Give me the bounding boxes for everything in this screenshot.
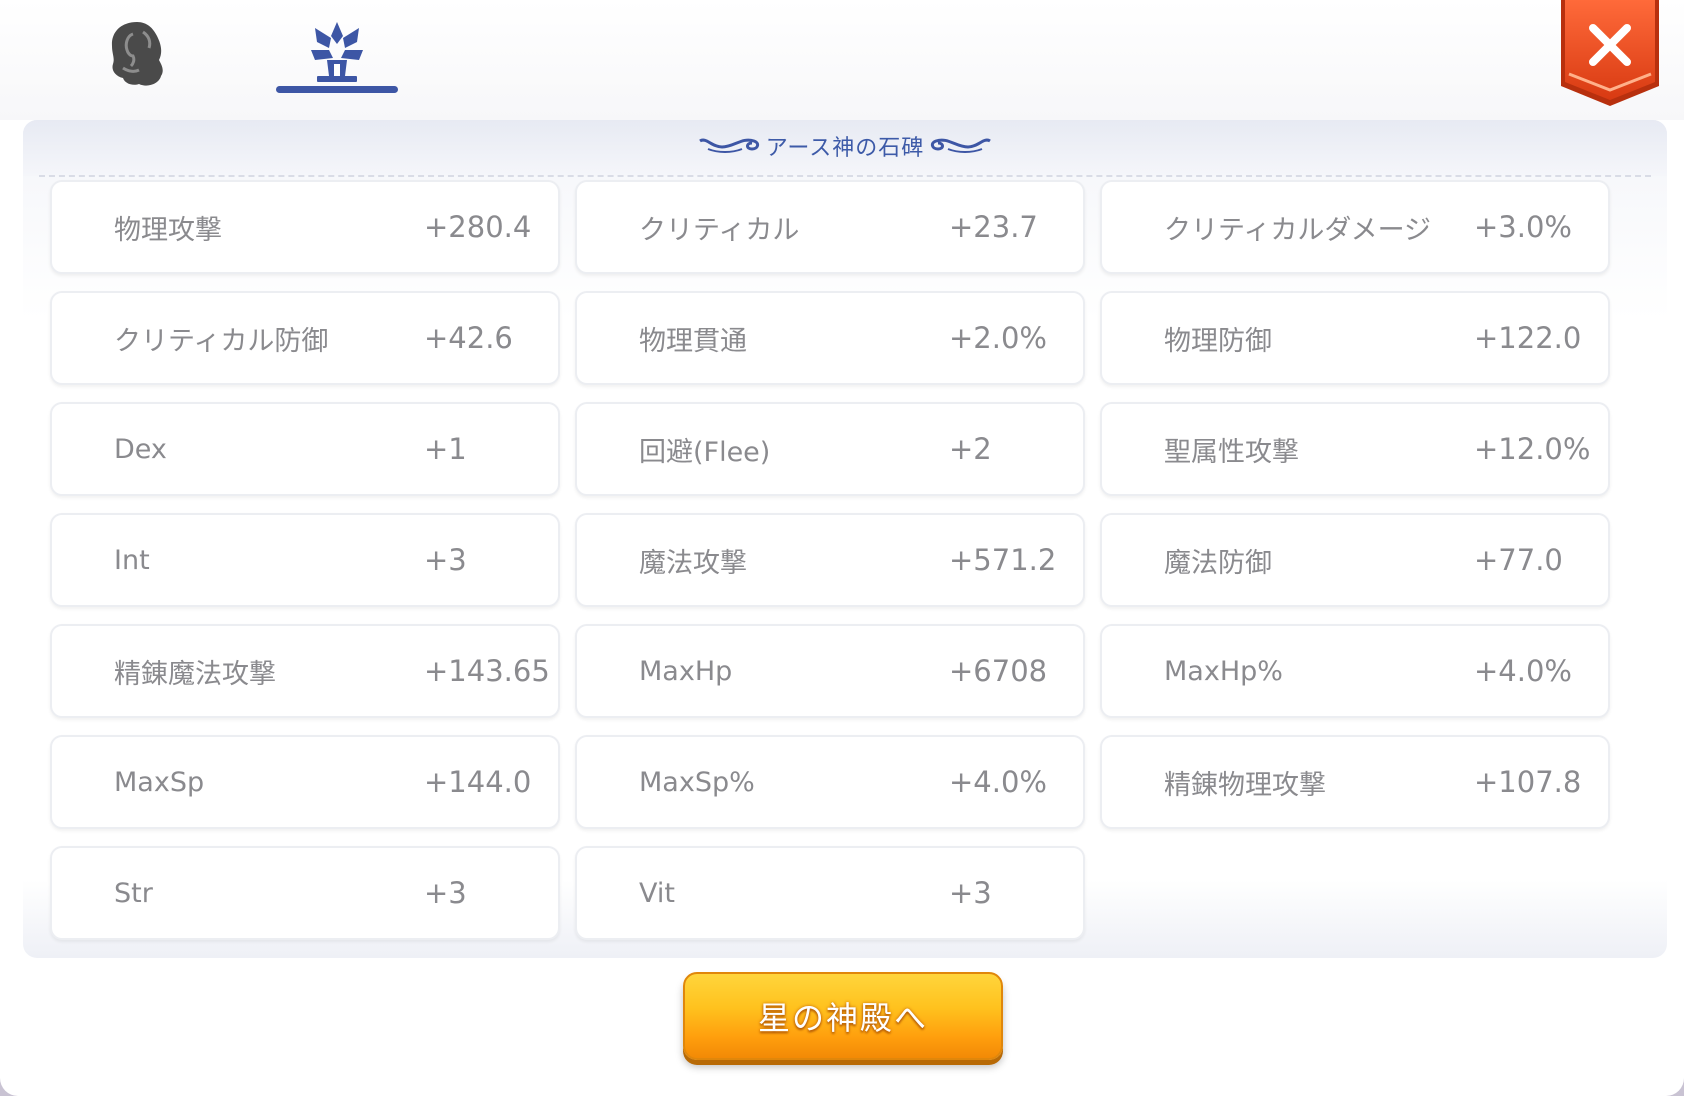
temple-emblem-icon	[311, 22, 363, 82]
stats-dialog: アース神の石碑 物理攻撃 +280.4 クリティカル +23.7 クリティカルダメー…	[0, 0, 1684, 1096]
stat-value: +280.4	[424, 210, 532, 244]
stat-name: MaxSp%	[639, 766, 755, 798]
stat-name: Dex	[114, 433, 167, 465]
stat-value: +2	[949, 432, 992, 466]
stat-value: +6708	[949, 654, 1048, 688]
stat-item: MaxSp +144.0	[50, 735, 560, 829]
stat-name: 回避(Flee)	[639, 436, 771, 468]
stat-item: 精錬魔法攻撃 +143.65	[50, 624, 560, 718]
stat-item: Dex +1	[50, 402, 560, 496]
stat-item: クリティカルダメージ +3.0%	[1100, 180, 1610, 274]
stat-name: Vit	[639, 877, 675, 909]
stat-name: Int	[114, 544, 150, 576]
stat-value: +42.6	[424, 321, 513, 355]
stat-item: MaxSp% +4.0%	[575, 735, 1085, 829]
stat-value: +23.7	[949, 210, 1038, 244]
stat-item: クリティカル防御 +42.6	[50, 291, 560, 385]
stat-value: +77.0	[1474, 543, 1563, 577]
stats-panel: アース神の石碑 物理攻撃 +280.4 クリティカル +23.7 クリティカルダメー…	[23, 120, 1667, 958]
stat-value: +122.0	[1474, 321, 1582, 355]
stat-name: MaxSp	[114, 766, 205, 798]
stat-item: Str +3	[50, 846, 560, 940]
stat-name: 精錬物理攻撃	[1164, 769, 1326, 801]
stat-name: 精錬魔法攻撃	[114, 658, 276, 690]
stat-name: 物理防御	[1164, 325, 1272, 357]
stat-value: +3.0%	[1474, 210, 1572, 244]
stat-name: 魔法攻撃	[639, 547, 747, 579]
stat-item: 魔法防御 +77.0	[1100, 513, 1610, 607]
stat-item: Vit +3	[575, 846, 1085, 940]
stat-name: 物理攻撃	[114, 214, 222, 246]
stat-value: +2.0%	[949, 321, 1047, 355]
stat-item: 物理攻撃 +280.4	[50, 180, 560, 274]
panel-title-bar: アース神の石碑	[23, 130, 1667, 162]
stat-item: クリティカル +23.7	[575, 180, 1085, 274]
stat-name: 魔法防御	[1164, 547, 1272, 579]
active-tab-indicator	[276, 86, 398, 93]
panel-title: アース神の石碑	[765, 136, 925, 161]
stat-name: MaxHp	[639, 655, 733, 687]
stat-item: 聖属性攻撃 +12.0%	[1100, 402, 1610, 496]
stat-value: +144.0	[424, 765, 532, 799]
tab-character[interactable]	[80, 10, 190, 96]
right-ornament-icon	[931, 138, 992, 153]
stat-value: +4.0%	[1474, 654, 1572, 688]
stat-name: クリティカル防御	[114, 325, 329, 357]
left-ornament-icon	[698, 138, 759, 153]
stat-value: +143.65	[424, 654, 550, 688]
go-to-star-temple-label: 星の神殿へ	[757, 999, 928, 1037]
stat-name: Str	[114, 877, 153, 909]
stat-item: 精錬物理攻撃 +107.8	[1100, 735, 1610, 829]
stat-value: +3	[424, 876, 467, 910]
panel-divider	[39, 175, 1651, 177]
stat-item: 回避(Flee) +2	[575, 402, 1085, 496]
stat-name: MaxHp%	[1164, 655, 1283, 687]
stat-item: 魔法攻撃 +571.2	[575, 513, 1085, 607]
stat-value: +107.8	[1474, 765, 1582, 799]
stat-item: Int +3	[50, 513, 560, 607]
stats-grid: 物理攻撃 +280.4 クリティカル +23.7 クリティカルダメージ +3.0% ク…	[50, 180, 1610, 940]
go-to-star-temple-button[interactable]: 星の神殿へ	[683, 972, 1003, 1060]
stat-value: +4.0%	[949, 765, 1047, 799]
stat-item: 物理貫通 +2.0%	[575, 291, 1085, 385]
close-button[interactable]	[1559, 0, 1661, 108]
stat-value: +12.0%	[1474, 432, 1591, 466]
stat-name: クリティカル	[639, 214, 800, 246]
stat-item: MaxHp% +4.0%	[1100, 624, 1610, 718]
stat-item: MaxHp +6708	[575, 624, 1085, 718]
stat-item: 物理防御 +122.0	[1100, 291, 1610, 385]
tab-temple[interactable]	[276, 10, 398, 96]
stat-value: +3	[949, 876, 992, 910]
stat-name: 聖属性攻撃	[1164, 436, 1299, 468]
stat-value: +1	[424, 432, 467, 466]
stat-name: クリティカルダメージ	[1164, 214, 1432, 246]
character-silhouette-icon	[111, 22, 163, 86]
stat-name: 物理貫通	[639, 325, 747, 357]
stat-value: +3	[424, 543, 467, 577]
stat-value: +571.2	[949, 543, 1057, 577]
